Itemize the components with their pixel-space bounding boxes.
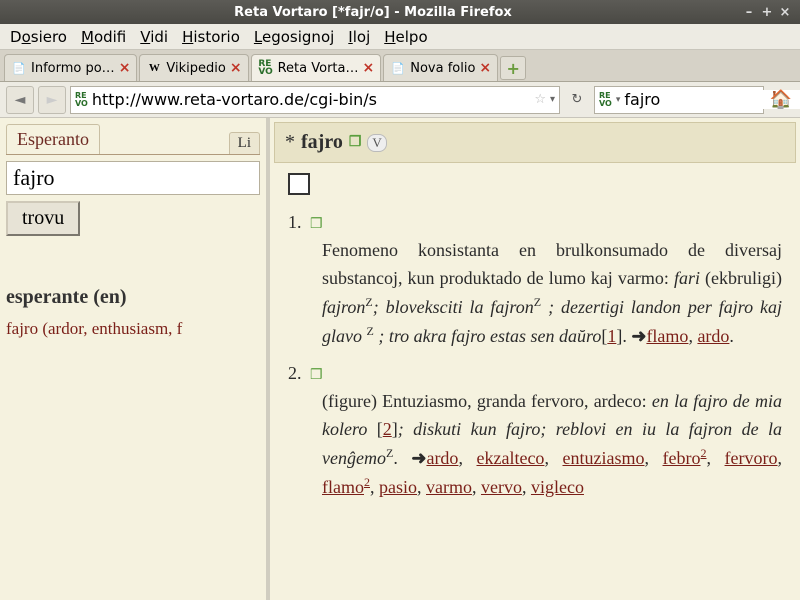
source-z[interactable]: Z: [534, 295, 541, 309]
source-z[interactable]: Z: [367, 324, 374, 338]
def-body: (figure) Entuziasmo, granda fervoro, ard…: [322, 388, 782, 502]
reload-button[interactable]: ↻: [564, 92, 590, 107]
result-word: fajro: [6, 319, 38, 338]
close-icon[interactable]: ×: [230, 60, 242, 76]
ref-sup[interactable]: 2: [364, 475, 370, 489]
home-button[interactable]: 🏠: [768, 89, 794, 110]
site-favicon: REVO: [75, 92, 88, 108]
minimize-button[interactable]: –: [740, 5, 758, 20]
dropdown-icon[interactable]: ▾: [550, 94, 555, 105]
navigation-toolbar: ◄ ► REVO ☆ ▾ ↻ REVO ▾ 🔍 🏠: [0, 82, 800, 118]
link-ardo[interactable]: ardo: [426, 448, 458, 468]
tab-bar: 📄 Informo po… × W Vikipedio × REVO Reta …: [0, 50, 800, 82]
maximize-button[interactable]: +: [758, 5, 776, 20]
v-badge[interactable]: V: [367, 134, 386, 152]
menu-bar: Dosiero Modifi Vidi Historio Legosignoj …: [0, 24, 800, 50]
tab-esperanto[interactable]: Esperanto: [6, 124, 100, 154]
back-button[interactable]: ◄: [6, 86, 34, 114]
search-result-row[interactable]: fajro (ardor, enthusiasm, f: [6, 319, 260, 339]
tab-label: Reta Vorta…: [278, 61, 359, 76]
dropdown-icon[interactable]: ▾: [616, 95, 621, 105]
definition-1: 1.❒ Fenomeno konsistanta en brulkonsumad…: [288, 209, 782, 350]
leaf-icon[interactable]: ❒: [310, 368, 323, 383]
bookmark-star-icon[interactable]: ☆: [534, 92, 546, 107]
tab-vikipedio[interactable]: W Vikipedio ×: [139, 54, 248, 81]
close-window-button[interactable]: ×: [776, 5, 794, 20]
tab-reta-vortaro[interactable]: REVO Reta Vorta… ×: [251, 54, 382, 81]
menu-historio[interactable]: Historio: [182, 28, 240, 46]
link-vigleco[interactable]: vigleco: [531, 477, 584, 497]
tab-label: Vikipedio: [166, 61, 225, 76]
left-tabs: Esperanto Li: [6, 124, 260, 155]
tab-lingvoj[interactable]: Li: [229, 132, 260, 154]
menu-legosignoj[interactable]: Legosignoj: [254, 28, 334, 46]
url-bar[interactable]: REVO ☆ ▾: [70, 86, 560, 114]
source-z[interactable]: Z: [386, 446, 393, 460]
link-flamo[interactable]: flamo: [322, 477, 364, 497]
result-translation: (ardor, enthusiasm, f: [38, 319, 182, 338]
arrow-icon: ➜: [631, 326, 646, 346]
def-number: 1.: [288, 209, 310, 237]
window-title: Reta Vortaro [*fajr/o] - Mozilla Firefox: [6, 5, 740, 20]
link-ekzalteco[interactable]: ekzalteco: [476, 448, 544, 468]
search-engine-icon[interactable]: REVO: [599, 92, 612, 108]
tab-label: Nova folio: [410, 61, 475, 76]
menu-iloj[interactable]: Iloj: [348, 28, 370, 46]
arrow-icon: ➜: [411, 448, 426, 468]
menu-dosiero[interactable]: Dosiero: [10, 28, 67, 46]
page-content: Esperanto Li trovu esperante (en) fajro …: [0, 118, 800, 600]
close-icon[interactable]: ×: [362, 60, 374, 76]
new-tab-button[interactable]: +: [500, 56, 526, 80]
leaf-icon[interactable]: ❒: [310, 217, 323, 232]
results-heading: esperante (en): [6, 286, 260, 309]
page-icon: 📄: [390, 60, 406, 76]
link-flamo[interactable]: flamo: [646, 326, 688, 346]
ref-sup[interactable]: 2: [701, 446, 707, 460]
link-vervo[interactable]: vervo: [481, 477, 522, 497]
definition-2: 2.❒ (figure) Entuziasmo, granda fervoro,…: [288, 360, 782, 501]
close-icon[interactable]: ×: [479, 60, 491, 76]
link-entuziasmo[interactable]: entuziasmo: [562, 448, 644, 468]
ref-link[interactable]: 1: [607, 326, 616, 346]
link-pasio[interactable]: pasio: [379, 477, 417, 497]
link-fervoro[interactable]: fervoro: [725, 448, 778, 468]
close-icon[interactable]: ×: [119, 60, 131, 76]
def-body: Fenomeno konsistanta en brulkonsumado de…: [322, 237, 782, 351]
url-input[interactable]: [92, 90, 530, 109]
window-titlebar: Reta Vortaro [*fajr/o] - Mozilla Firefox…: [0, 0, 800, 24]
menu-modifi[interactable]: Modifi: [81, 28, 126, 46]
tab-nova-folio[interactable]: 📄 Nova folio ×: [383, 54, 498, 81]
leaf-icon[interactable]: ❒: [349, 134, 362, 151]
ref-link[interactable]: 2: [383, 419, 392, 439]
page-icon: 📄: [11, 60, 27, 76]
left-search-pane: Esperanto Li trovu esperante (en) fajro …: [0, 118, 270, 600]
wikipedia-icon: W: [146, 60, 162, 76]
link-febro[interactable]: febro: [663, 448, 701, 468]
link-varmo[interactable]: varmo: [426, 477, 472, 497]
source-z[interactable]: Z: [365, 295, 372, 309]
def-number: 2.: [288, 360, 310, 388]
headword-bar: * fajro ❒ V: [274, 122, 796, 163]
forward-button[interactable]: ►: [38, 86, 66, 114]
dictionary-search-input[interactable]: [6, 161, 260, 195]
revo-icon: REVO: [258, 60, 274, 76]
menu-vidi[interactable]: Vidi: [140, 28, 168, 46]
trovu-button[interactable]: trovu: [6, 201, 80, 236]
menu-helpo[interactable]: Helpo: [384, 28, 427, 46]
tab-informo[interactable]: 📄 Informo po… ×: [4, 54, 137, 81]
link-ardo[interactable]: ardo: [697, 326, 729, 346]
headword-text: fajro: [301, 131, 343, 154]
expand-checkbox[interactable]: [288, 173, 310, 195]
definition-pane: * fajro ❒ V 1.❒ Fenomeno konsistanta en …: [270, 118, 800, 600]
asterisk-marker: *: [285, 131, 295, 154]
tab-label: Informo po…: [31, 61, 115, 76]
definitions: 1.❒ Fenomeno konsistanta en brulkonsumad…: [270, 205, 800, 530]
search-bar[interactable]: REVO ▾ 🔍: [594, 86, 764, 114]
